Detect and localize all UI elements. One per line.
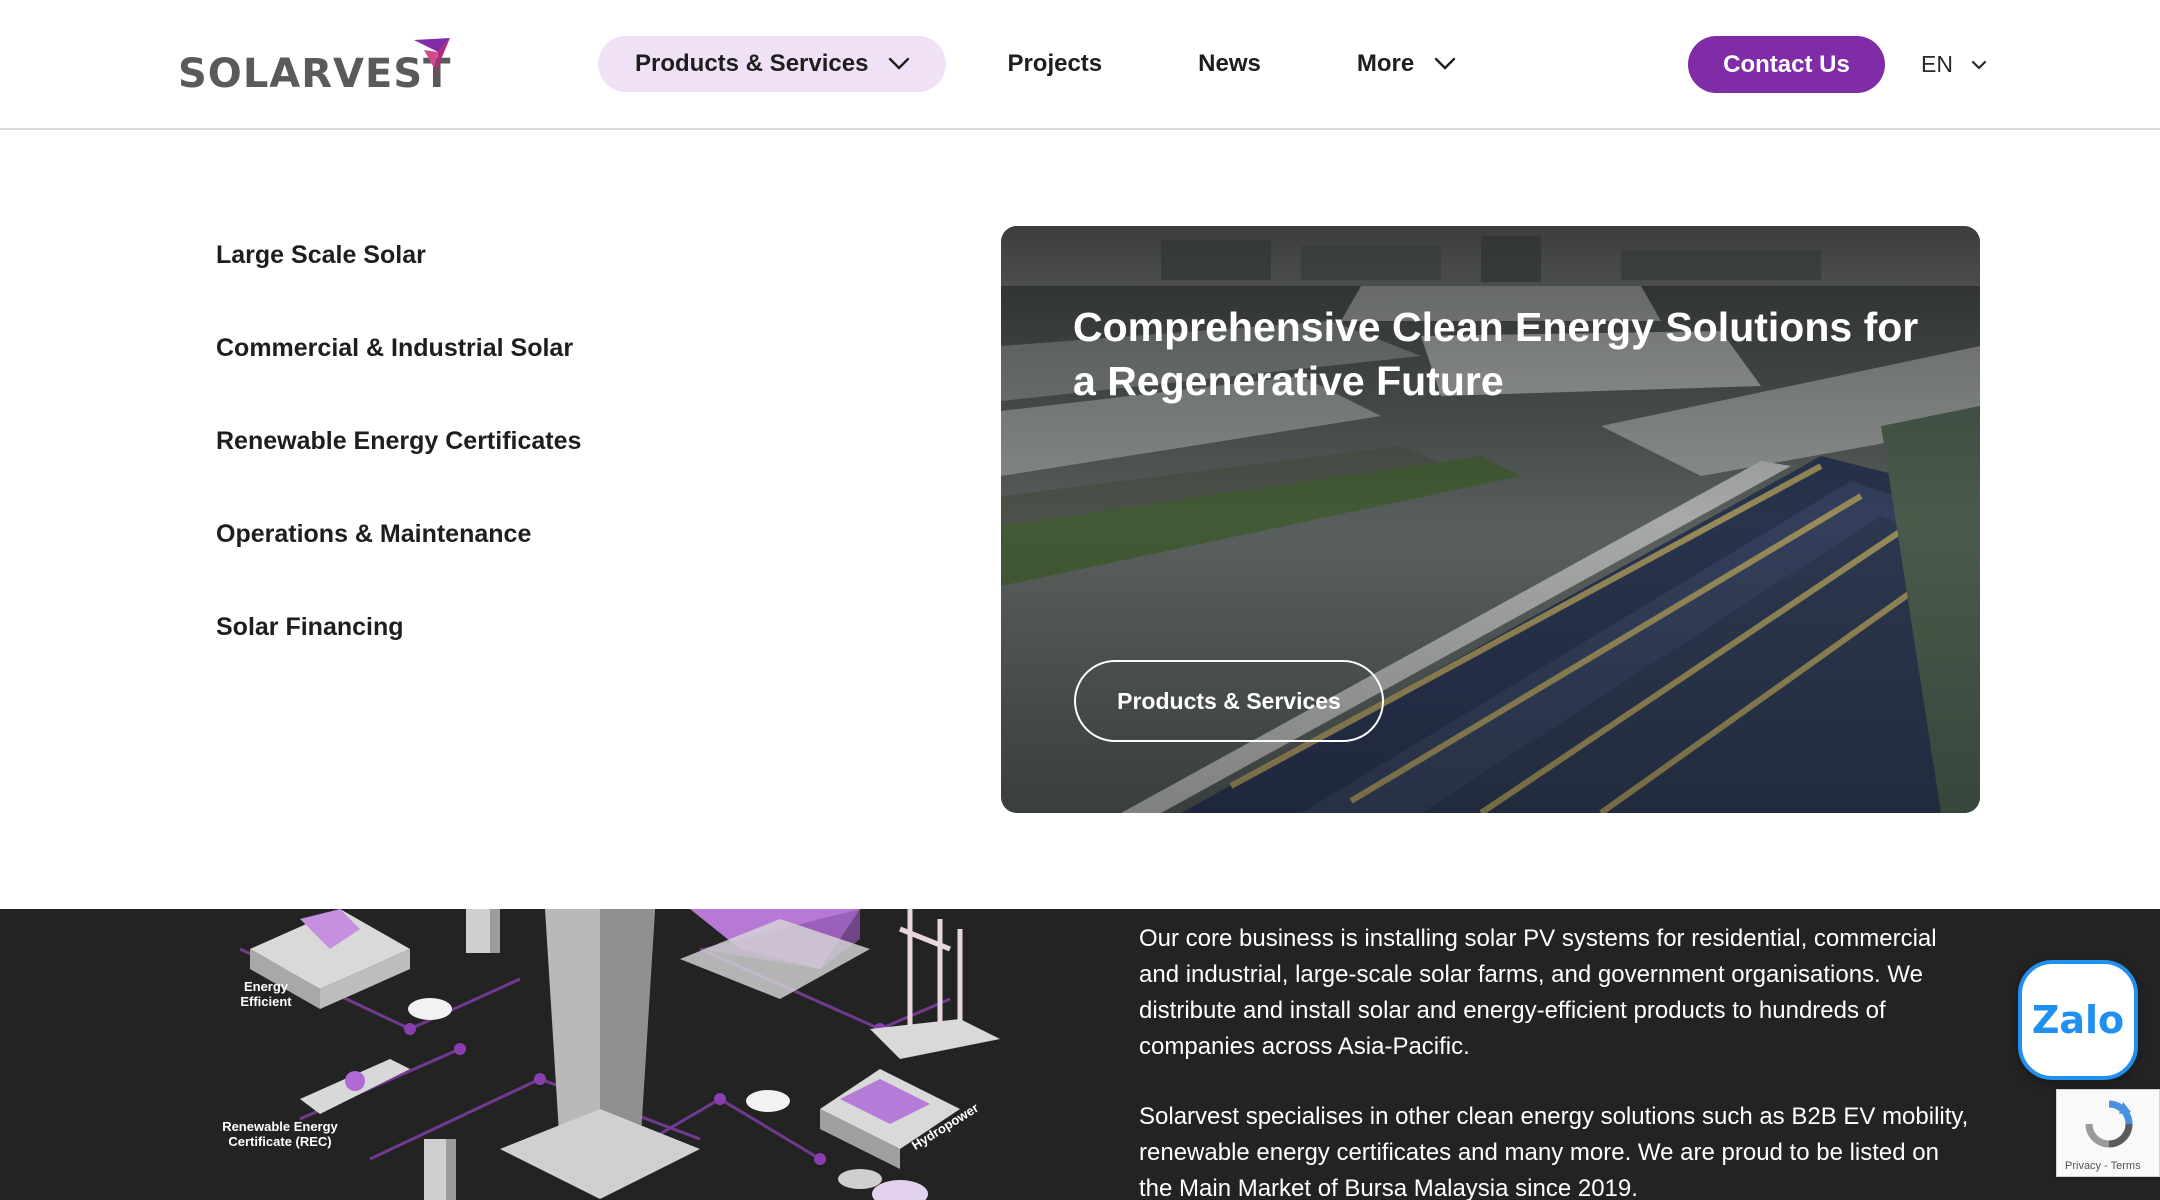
nav-more[interactable]: More <box>1357 36 1456 92</box>
illustration-label-energy-efficient: Energy Efficient <box>240 979 292 1009</box>
logo-mark-icon <box>414 38 450 76</box>
site-header: SOLARVEST Products & Services Projects N… <box>0 0 2160 130</box>
recaptcha-terms-link[interactable]: Privacy - Terms <box>2065 1160 2141 1172</box>
about-section: Energy Efficient Renewable Energy Certif… <box>0 909 2160 1200</box>
menu-item-large-scale-solar[interactable]: Large Scale Solar <box>216 232 581 325</box>
about-paragraph: Our core business is installing solar PV… <box>1139 925 1937 1060</box>
contact-us-button[interactable]: Contact Us <box>1688 36 1885 93</box>
chevron-down-icon <box>1971 60 1987 70</box>
zalo-chat-button[interactable]: Zalo <box>2018 960 2138 1080</box>
nav-news-label: News <box>1198 50 1261 77</box>
solarvest-logo[interactable]: SOLARVEST <box>178 38 451 94</box>
language-current: EN <box>1921 51 1953 77</box>
chevron-down-icon <box>889 57 910 70</box>
nav-products-services[interactable]: Products & Services <box>598 36 947 92</box>
nav-projects-label: Projects <box>1007 50 1103 77</box>
promo-title: Comprehensive Clean Energy Solutions for… <box>1073 304 1919 404</box>
menu-item-renewable-energy-certificates[interactable]: Renewable Energy Certificates <box>216 418 581 511</box>
about-paragraph: Solarvest specialises in other clean ene… <box>1139 1103 1969 1200</box>
promo-products-services-button[interactable]: Products & Services <box>1074 660 1384 742</box>
recaptcha-icon <box>2085 1100 2133 1148</box>
products-menu-list: Large Scale Solar Commercial & Industria… <box>216 232 581 697</box>
illustration-label-rec: Renewable Energy Certificate (REC) <box>222 1119 338 1149</box>
promo-card: Comprehensive Clean Energy Solutions for… <box>1001 226 1980 813</box>
nav-news[interactable]: News <box>1198 36 1261 92</box>
language-selector[interactable]: EN <box>1921 36 1987 93</box>
menu-item-solar-financing[interactable]: Solar Financing <box>216 604 581 697</box>
clean-energy-illustration <box>239 909 1000 1200</box>
menu-item-commercial-industrial-solar[interactable]: Commercial & Industrial Solar <box>216 325 581 418</box>
nav-products-services-label: Products & Services <box>635 50 869 77</box>
nav-projects[interactable]: Projects <box>1007 36 1102 92</box>
menu-item-operations-maintenance[interactable]: Operations & Maintenance <box>216 511 581 604</box>
nav-more-label: More <box>1356 50 1415 77</box>
chevron-down-icon <box>1435 57 1456 70</box>
main-nav: Products & Services Projects News More <box>598 36 1456 92</box>
zalo-label: Zalo <box>2031 998 2125 1042</box>
about-text: Our core business is installing solar PV… <box>1139 921 1979 1200</box>
recaptcha-badge[interactable]: Privacy - Terms <box>2056 1089 2160 1177</box>
logo-wordmark: SOLARVEST <box>178 51 452 97</box>
